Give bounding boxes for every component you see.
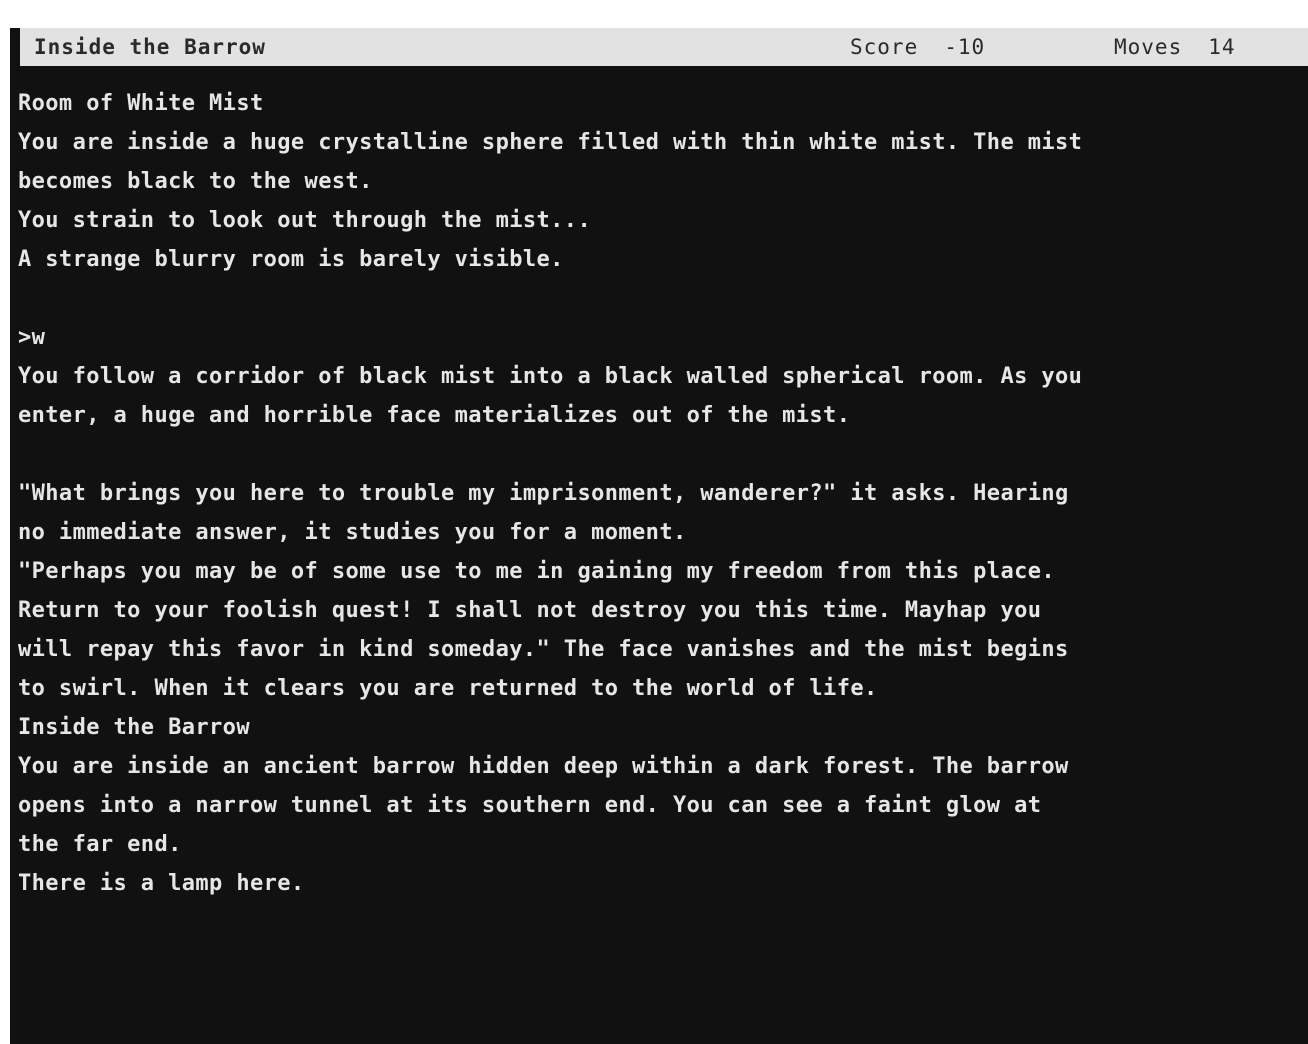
transcript-line: the far end. [18, 832, 182, 857]
transcript-line: to swirl. When it clears you are returne… [18, 676, 878, 701]
transcript-line: "Perhaps you may be of some use to me in… [18, 559, 1056, 584]
transcript-line: becomes black to the west. [18, 169, 373, 194]
transcript-line: opens into a narrow tunnel at its southe… [18, 793, 1042, 818]
score-display: Score -10 [850, 28, 985, 66]
transcript-line: A strange blurry room is barely visible. [18, 247, 564, 272]
transcript-line: You are inside an ancient barrow hidden … [18, 754, 1069, 779]
moves-value: 14 [1208, 35, 1236, 59]
transcript-line: "What brings you here to trouble my impr… [18, 481, 1069, 506]
transcript-line: You follow a corridor of black mist into… [18, 364, 1083, 389]
transcript-line: will repay this favor in kind someday." … [18, 637, 1069, 662]
player-command: >w [18, 325, 46, 350]
moves-display: Moves 14 [1114, 28, 1236, 66]
moves-label: Moves [1114, 35, 1183, 59]
transcript-line: You are inside a huge crystalline sphere… [18, 130, 1083, 155]
transcript-line: enter, a huge and horrible face material… [18, 403, 851, 428]
transcript-line: no immediate answer, it studies you for … [18, 520, 687, 545]
game-screen: Inside the Barrow Score -10 Moves 14 Room … [10, 28, 1308, 1044]
room-title: Inside the Barrow [18, 715, 250, 740]
transcript-blank-line [18, 279, 1306, 318]
status-location: Inside the Barrow [34, 35, 266, 59]
game-transcript: Room of White Mist You are inside a huge… [18, 84, 1306, 903]
transcript-line: Return to your foolish quest! I shall no… [18, 598, 1042, 623]
transcript-line: There is a lamp here. [18, 871, 305, 896]
score-value: -10 [944, 35, 986, 59]
status-bar: Inside the Barrow Score -10 Moves 14 [20, 28, 1308, 66]
room-title: Room of White Mist [18, 91, 264, 116]
transcript-blank-line [18, 435, 1306, 474]
score-label: Score [850, 35, 919, 59]
transcript-line: You strain to look out through the mist.… [18, 208, 592, 233]
